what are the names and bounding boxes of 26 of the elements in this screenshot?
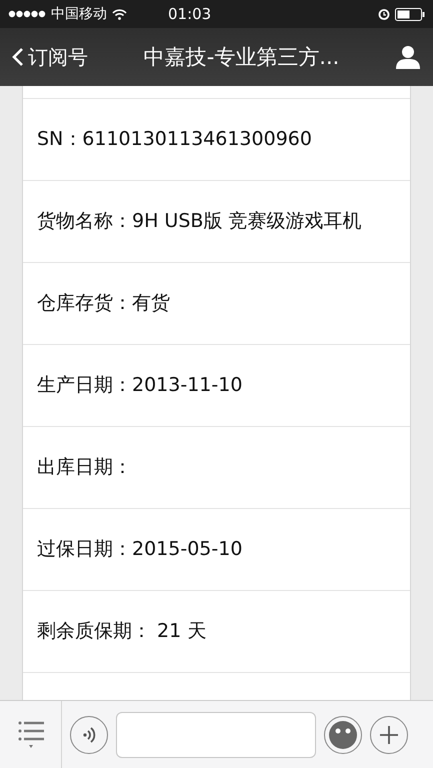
info-text: 出库日期： — [37, 454, 132, 480]
smiley-icon — [328, 720, 358, 750]
back-button[interactable]: 订阅号 — [12, 44, 88, 70]
wifi-icon — [112, 8, 127, 20]
message-field[interactable] — [116, 712, 316, 758]
voice-button[interactable] — [70, 716, 108, 754]
info-text: 仓库存货：有货 — [37, 290, 170, 316]
person-icon — [395, 45, 421, 69]
plus-icon — [379, 724, 399, 744]
alarm-icon — [378, 8, 390, 20]
profile-button[interactable] — [395, 45, 421, 69]
sound-wave-icon — [81, 726, 97, 744]
emoji-button[interactable] — [324, 716, 362, 754]
chevron-icon — [12, 47, 24, 67]
info-text: 货物名称：9H USB版 竞赛级游戏耳机 — [37, 208, 362, 234]
page-title: 中嘉技-专业第三方... — [142, 44, 340, 71]
info-text: SN：6110130113461300960 — [37, 126, 312, 152]
info-text: 生产日期：2013-11-10 — [37, 372, 242, 398]
add-button[interactable] — [370, 716, 408, 754]
battery-icon — [395, 8, 425, 20]
info-text: 剩余质保期： 21 天 — [37, 618, 206, 644]
menu-icon — [16, 720, 44, 750]
info-text: 过保日期：2015-05-10 — [37, 536, 242, 562]
carrier-name: 中国移动 — [51, 5, 107, 23]
clock-time: 01:03 — [168, 5, 212, 23]
signal-icon — [8, 10, 46, 18]
